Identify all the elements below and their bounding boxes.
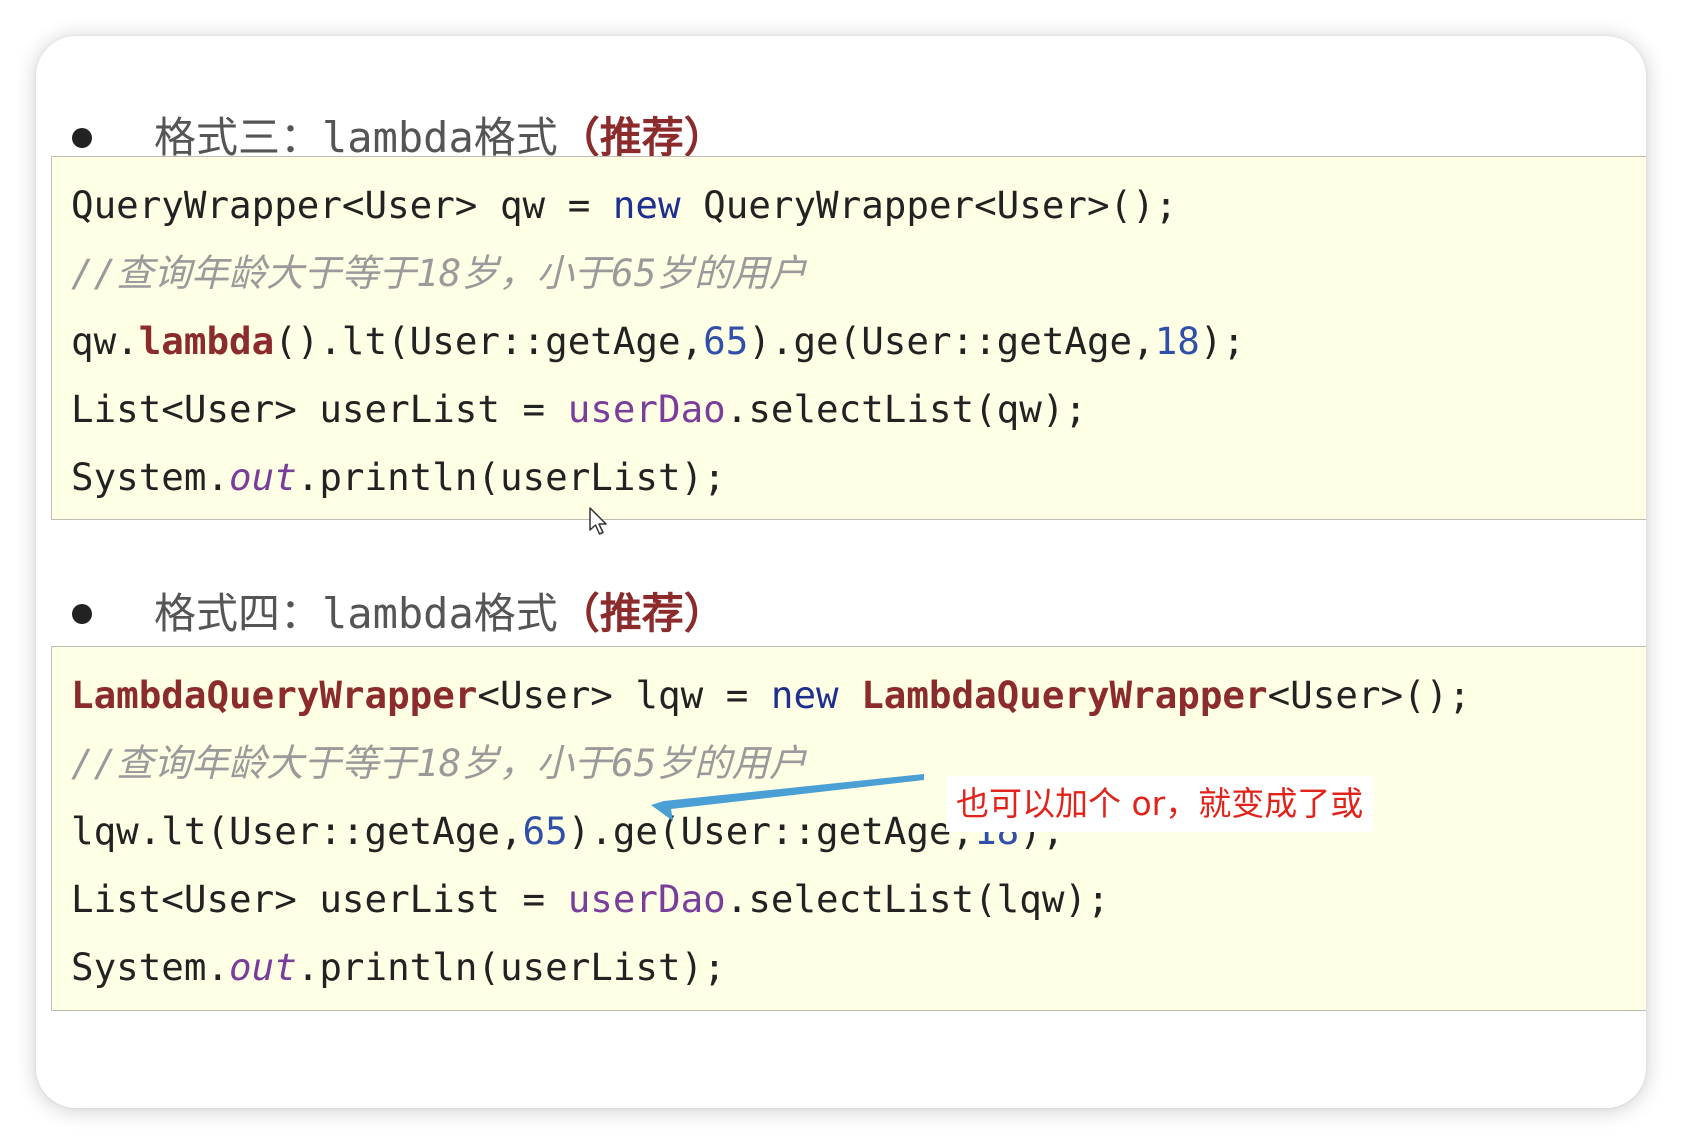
code-line: System.out.println(userList); xyxy=(71,945,726,989)
recommend-label: （推荐） xyxy=(557,589,726,638)
bullet-icon xyxy=(72,604,92,624)
section4-title: 格式四：lambda格式（推荐） xyxy=(154,589,726,638)
annotation-note: 也可以加个 or，就变成了或 xyxy=(946,776,1374,832)
document-card: 格式三：lambda格式（推荐） QueryWrapper<User> qw =… xyxy=(36,36,1646,1108)
code-line: qw.lambda().lt(User::getAge,65).ge(User:… xyxy=(71,319,1246,363)
code-comment: //查询年龄大于等于18岁，小于65岁的用户 xyxy=(71,251,807,295)
code-line: List<User> userList = userDao.selectList… xyxy=(71,877,1110,921)
mouse-cursor-icon xyxy=(589,507,607,535)
code-line: System.out.println(userList); xyxy=(71,455,726,499)
code-line: QueryWrapper<User> qw = new QueryWrapper… xyxy=(71,183,1178,227)
code-line: List<User> userList = userDao.selectList… xyxy=(71,387,1087,431)
code-line: LambdaQueryWrapper<User> lqw = new Lambd… xyxy=(71,673,1471,717)
code-block-lambda: QueryWrapper<User> qw = new QueryWrapper… xyxy=(51,156,1646,520)
code-block-lambda-wrapper: LambdaQueryWrapper<User> lqw = new Lambd… xyxy=(51,646,1646,1011)
code-comment: //查询年龄大于等于18岁，小于65岁的用户 xyxy=(71,741,807,785)
bullet-icon xyxy=(72,128,92,148)
code-line: lqw.lt(User::getAge,65).ge(User::getAge,… xyxy=(71,809,1064,853)
recommend-label: （推荐） xyxy=(557,113,726,162)
